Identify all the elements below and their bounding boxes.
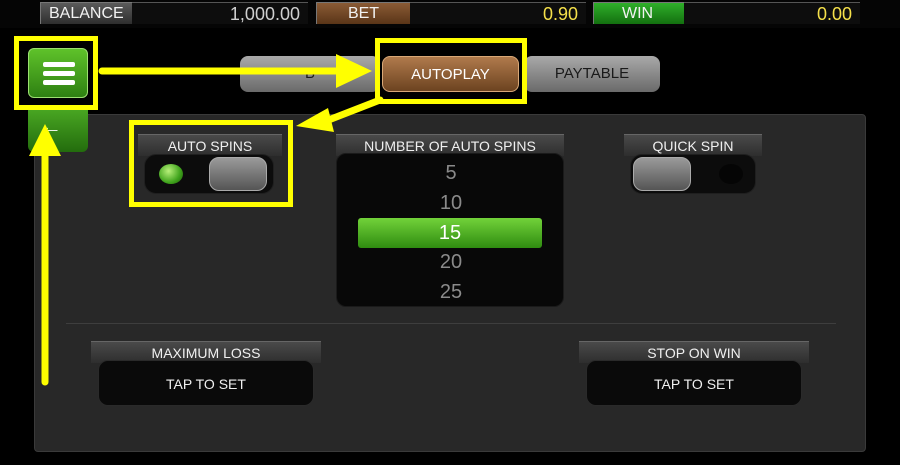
- win-label: WIN: [593, 2, 684, 24]
- balance-value: 1,000.00: [132, 2, 308, 24]
- tab-paytable[interactable]: PAYTABLE: [524, 56, 660, 92]
- panel-divider: [66, 323, 836, 324]
- menu-highlight-box: [14, 36, 98, 110]
- win-value: 0.00: [684, 2, 860, 24]
- autoplay-highlight-box: [375, 38, 527, 104]
- spin-count-option[interactable]: 20: [337, 251, 565, 274]
- auto-spins-highlight-box: [129, 120, 293, 207]
- back-arrow-icon: ←: [40, 114, 62, 139]
- stop-on-win-set-button[interactable]: TAP TO SET: [586, 360, 802, 406]
- quick-spin-title: QUICK SPIN: [624, 134, 762, 156]
- maximum-loss-set-button[interactable]: TAP TO SET: [98, 360, 314, 406]
- spin-count-option[interactable]: 5: [337, 162, 565, 185]
- quick-spin-indicator-icon: [719, 164, 743, 184]
- spin-count-option-selected[interactable]: 15: [358, 218, 542, 248]
- status-bar: BALANCE 1,000.00 BET 0.90 WIN 0.00: [0, 0, 900, 28]
- quick-spin-toggle-knob[interactable]: [633, 157, 691, 191]
- spin-count-option[interactable]: 25: [337, 281, 565, 304]
- balance-label: BALANCE: [40, 2, 132, 24]
- auto-spins-count-picker[interactable]: 5 10 15 20 25: [336, 153, 564, 307]
- quick-spin-toggle[interactable]: [630, 154, 756, 194]
- tab-basic[interactable]: B: [240, 56, 380, 92]
- bet-label: BET: [316, 2, 410, 24]
- spin-count-option[interactable]: 10: [337, 192, 565, 215]
- back-button[interactable]: ←: [28, 106, 88, 152]
- bet-value: 0.90: [410, 2, 586, 24]
